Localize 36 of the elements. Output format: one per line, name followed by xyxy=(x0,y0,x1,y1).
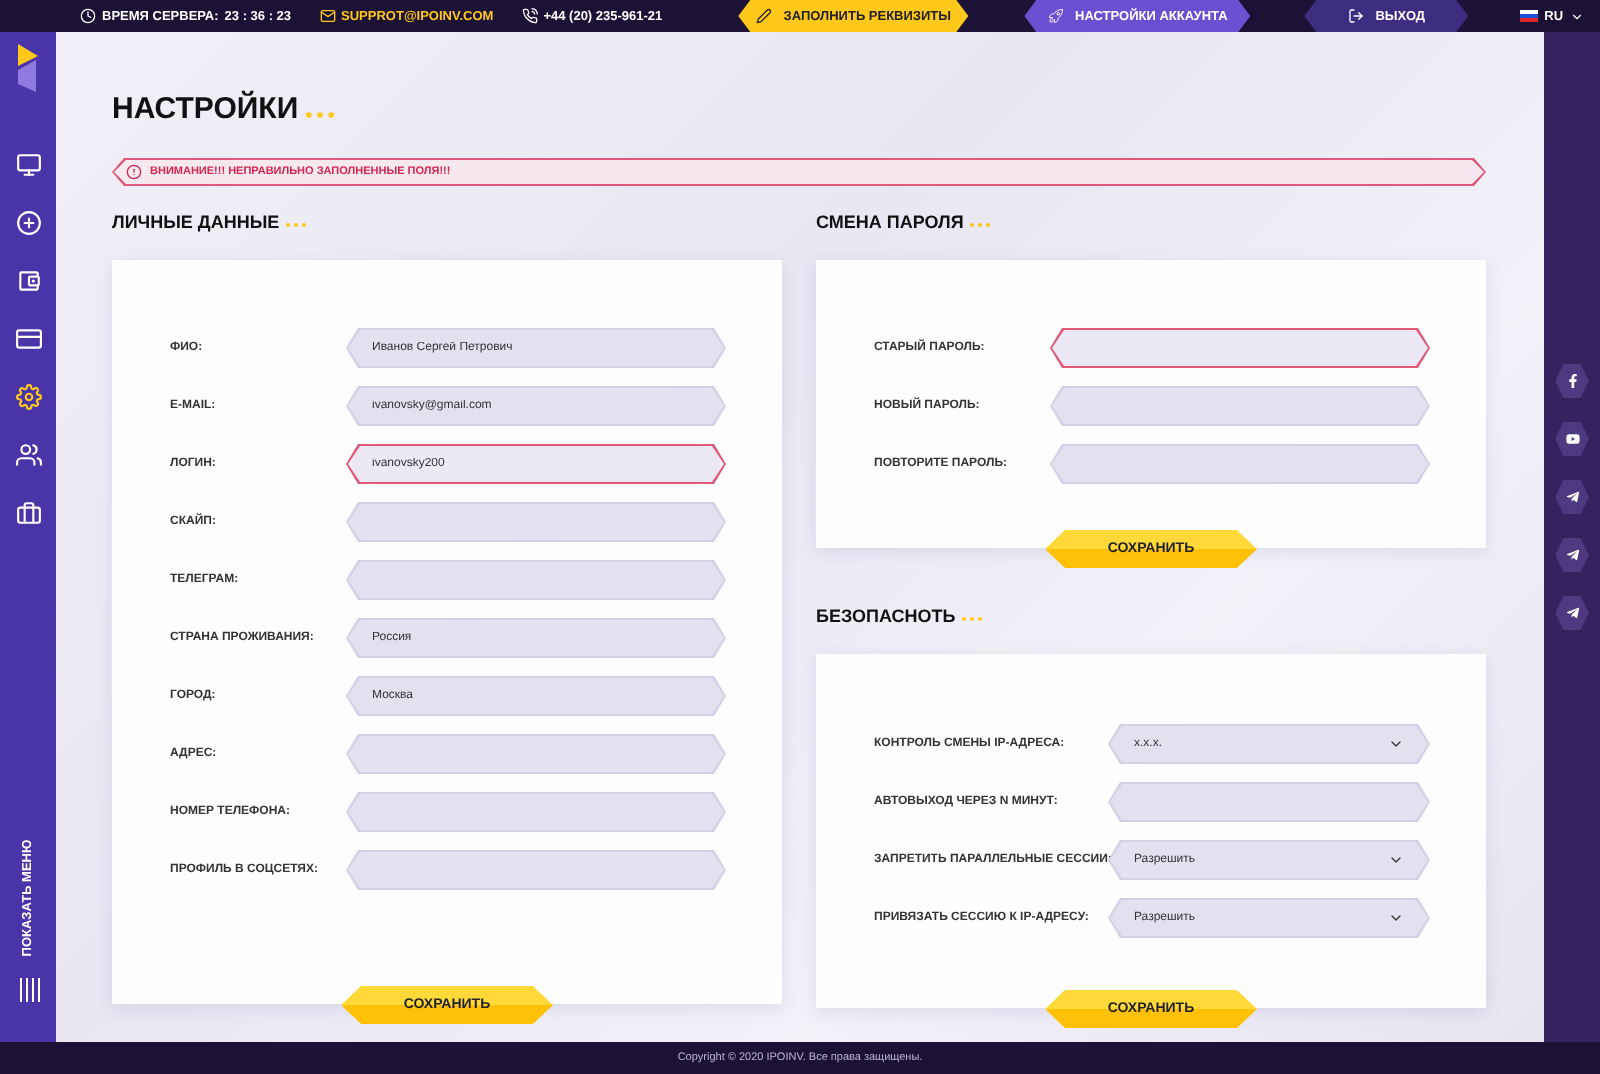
alert-icon xyxy=(126,164,142,180)
facebook-icon[interactable] xyxy=(1555,364,1589,398)
chevron-icon xyxy=(1388,910,1404,926)
phone-icon xyxy=(521,8,538,24)
input-field[interactable] xyxy=(1108,782,1430,822)
input-field[interactable] xyxy=(346,734,726,774)
input-field[interactable] xyxy=(346,502,726,542)
pencil-icon xyxy=(755,8,772,24)
youtube-icon[interactable] xyxy=(1555,422,1589,456)
logo-icon[interactable] xyxy=(16,44,40,92)
section-title: БЕЗОПАСНОТЬ xyxy=(816,606,956,626)
input-field[interactable] xyxy=(1050,386,1430,426)
input-field[interactable] xyxy=(1050,328,1430,368)
input-field[interactable] xyxy=(346,792,726,832)
paper-plane-icon[interactable] xyxy=(1555,538,1589,572)
chevron-icon xyxy=(1388,852,1404,868)
section-title: ЛИЧНЫЕ ДАННЫЕ xyxy=(112,212,280,232)
rocket-icon xyxy=(1047,8,1064,24)
page-title: НАСТРОЙКИ xyxy=(112,92,299,126)
input-field[interactable] xyxy=(346,850,726,890)
dots-icon xyxy=(306,112,335,118)
menu-icon[interactable] xyxy=(17,978,39,1002)
clock-icon xyxy=(80,8,96,24)
input-field[interactable] xyxy=(1050,444,1430,484)
logout-icon xyxy=(1347,8,1364,24)
dots-icon xyxy=(285,222,306,228)
dots-icon xyxy=(961,616,982,622)
mail-icon xyxy=(319,8,336,24)
flag-icon xyxy=(1520,10,1539,22)
dots-icon xyxy=(969,222,990,228)
chevron-icon xyxy=(1388,736,1404,752)
chevron-icon xyxy=(1569,9,1584,23)
input-field[interactable] xyxy=(346,560,726,600)
section-title: СМЕНА ПАРОЛЯ xyxy=(816,212,964,232)
paper-plane-icon[interactable] xyxy=(1555,596,1589,630)
paper-plane-icon[interactable] xyxy=(1555,480,1589,514)
